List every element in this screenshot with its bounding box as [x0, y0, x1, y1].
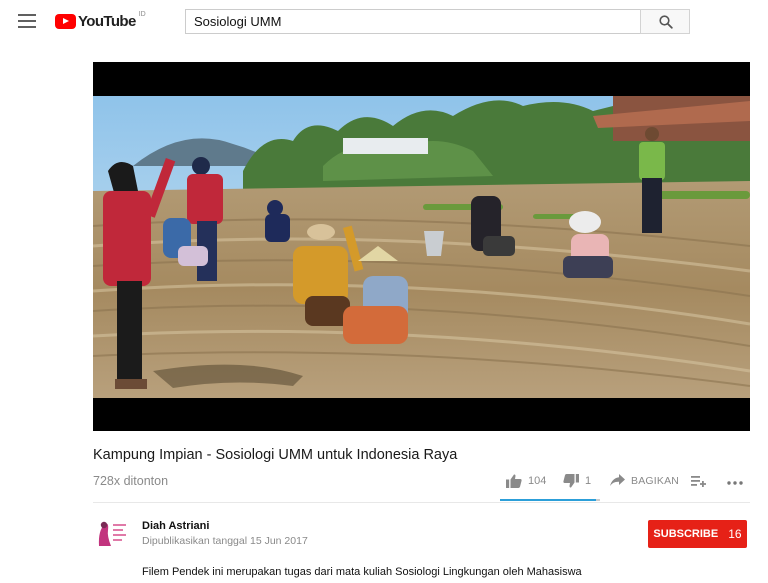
view-count: 728x ditonton	[93, 474, 169, 488]
thumbs-down-icon	[563, 474, 579, 488]
youtube-logo-icon	[55, 13, 76, 29]
like-button[interactable]: 104	[506, 474, 546, 488]
video-description: Filem Pendek ini merupakan tugas dari ma…	[142, 566, 582, 578]
subscribe-button[interactable]: SUBSCRIBE 16	[648, 520, 747, 548]
sentiment-bar-dislikes	[596, 499, 600, 501]
like-count: 104	[528, 475, 547, 487]
avatar-image	[93, 516, 129, 552]
dislike-button[interactable]: 1	[563, 474, 591, 488]
subscriber-count: 16	[728, 527, 742, 541]
channel-avatar[interactable]	[93, 516, 129, 552]
youtube-logo[interactable]: YouTube ID	[55, 11, 146, 30]
add-to-playlist-button[interactable]	[691, 475, 706, 487]
search-input[interactable]	[186, 10, 641, 33]
channel-name[interactable]: Diah Astriani	[142, 520, 209, 532]
search-button[interactable]	[640, 9, 690, 34]
thumbs-up-icon	[506, 474, 522, 488]
logo-text: YouTube	[78, 12, 136, 30]
add-to-playlist-icon	[691, 476, 706, 487]
video-frame[interactable]	[93, 96, 750, 398]
sentiment-bar-likes	[500, 499, 596, 501]
subscribe-label: SUBSCRIBE	[653, 528, 719, 540]
video-title: Kampung Impian - Sosiologi UMM untuk Ind…	[93, 447, 458, 463]
more-actions-button[interactable]	[727, 481, 743, 485]
more-icon	[727, 481, 743, 485]
video-player[interactable]	[93, 62, 750, 431]
share-label: BAGIKAN	[631, 474, 680, 487]
search-icon	[659, 15, 673, 29]
share-button[interactable]: BAGIKAN	[610, 474, 679, 487]
masthead: YouTube ID	[0, 0, 768, 43]
divider	[93, 502, 750, 503]
share-icon	[610, 474, 625, 486]
dislike-count: 1	[585, 475, 592, 487]
video-thumbnail-image	[93, 96, 750, 398]
publish-date: Dipublikasikan tanggal 15 Jun 2017	[142, 535, 308, 547]
search-box	[185, 9, 641, 34]
menu-icon[interactable]	[18, 14, 36, 28]
logo-region: ID	[138, 11, 146, 18]
